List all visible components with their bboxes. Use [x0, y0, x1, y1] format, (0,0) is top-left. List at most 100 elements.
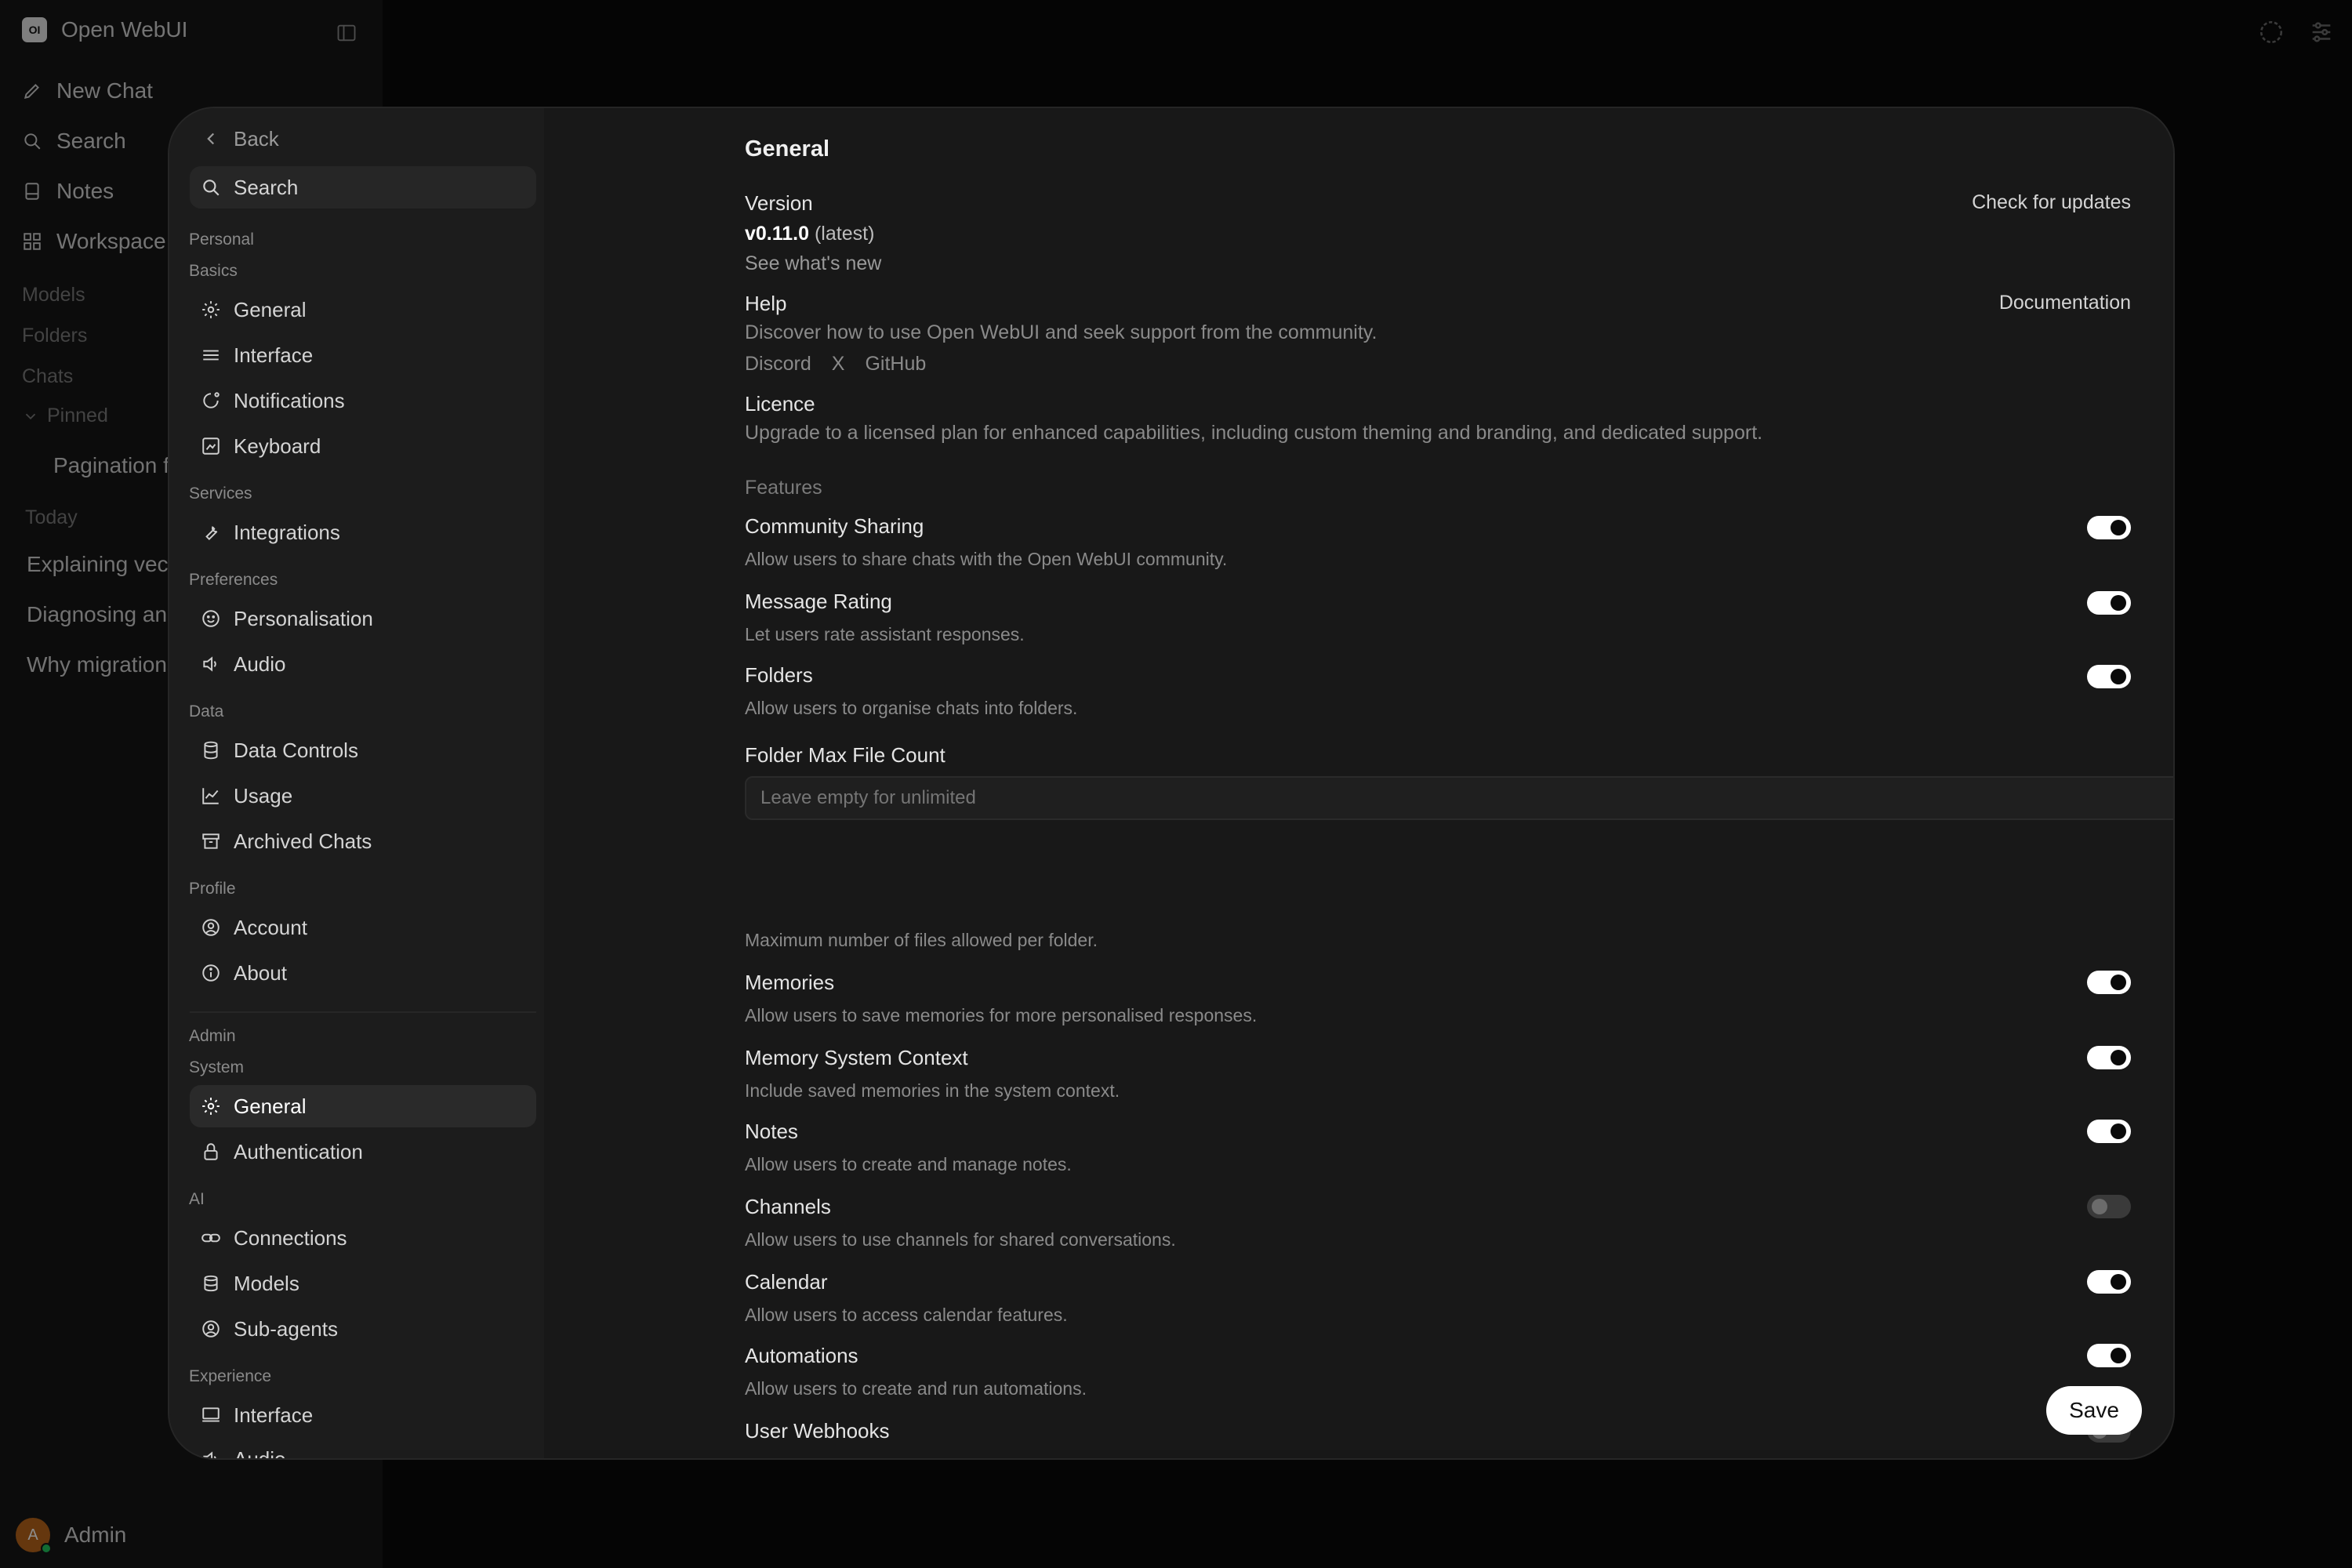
link-icon — [201, 1233, 220, 1243]
nav-label: Interface — [234, 343, 314, 367]
nav-item-experience-interface[interactable]: Interface — [190, 1394, 536, 1436]
user-circle-icon — [202, 1320, 220, 1338]
nav-label: Keyboard — [234, 434, 321, 458]
user-circle-icon — [202, 919, 220, 936]
ai-heading: AI — [189, 1190, 205, 1208]
feature-desc: Allow users to use channels for shared c… — [745, 1229, 1176, 1250]
folder-max-label: Folder Max File Count — [745, 743, 946, 767]
message-rating-toggle[interactable] — [2087, 591, 2131, 615]
settings-search-label: Search — [234, 175, 299, 199]
nav-label: Integrations — [234, 520, 340, 544]
folder-max-input[interactable] — [745, 776, 2173, 820]
feature-title: Community Sharing — [745, 514, 924, 538]
feature-title: Calendar — [745, 1270, 828, 1294]
nav-label: Interface — [234, 1403, 314, 1427]
documentation-link[interactable]: Documentation — [1999, 292, 2131, 314]
nav-label: Notifications — [234, 388, 345, 412]
check-updates-button[interactable]: Check for updates — [1972, 191, 2131, 214]
feature-title: Channels — [745, 1195, 831, 1218]
nav-item-notifications[interactable]: Notifications — [190, 379, 536, 422]
licence-label: Licence — [745, 392, 815, 416]
speaker-icon — [203, 656, 216, 672]
nav-label: Audio — [234, 1446, 286, 1460]
nav-label: Sub-agents — [234, 1316, 338, 1341]
nav-item-keyboard[interactable]: Keyboard — [190, 425, 536, 467]
nav-item-about[interactable]: About — [190, 952, 536, 994]
folder-max-hint: Maximum number of files allowed per fold… — [745, 930, 1098, 950]
basics-heading: Basics — [189, 262, 238, 280]
notes-toggle[interactable] — [2087, 1120, 2131, 1143]
memories-toggle[interactable] — [2087, 971, 2131, 994]
nav-label: Connections — [234, 1225, 347, 1250]
page-title: General — [745, 136, 829, 162]
nav-item-account[interactable]: Account — [190, 906, 536, 949]
community-sharing-toggle[interactable] — [2087, 516, 2131, 539]
licence-desc: Upgrade to a licensed plan for enhanced … — [745, 422, 1763, 444]
nav-divider — [190, 1011, 536, 1013]
data-heading: Data — [189, 702, 224, 720]
nav-item-authentication[interactable]: Authentication — [190, 1131, 536, 1173]
nav-item-admin-general[interactable]: General — [190, 1085, 536, 1127]
feature-desc: Allow users to share chats with the Open… — [745, 549, 1228, 569]
nav-label: Models — [234, 1271, 299, 1295]
github-link[interactable]: GitHub — [865, 353, 926, 376]
system-heading: System — [189, 1058, 245, 1076]
nav-item-general[interactable]: General — [190, 289, 536, 331]
calendar-toggle[interactable] — [2087, 1270, 2131, 1294]
monitor-icon — [202, 1407, 220, 1422]
nav-label: General — [234, 1094, 307, 1118]
feature-title: Memories — [745, 971, 835, 994]
nav-item-connections[interactable]: Connections — [190, 1217, 536, 1259]
help-label: Help — [745, 292, 787, 315]
chart-icon — [202, 788, 219, 804]
gear-icon — [202, 1098, 220, 1115]
channels-toggle[interactable] — [2087, 1195, 2131, 1218]
memory-system-context-toggle[interactable] — [2087, 1046, 2131, 1069]
nav-label: Archived Chats — [234, 829, 372, 853]
feature-title: Memory System Context — [745, 1046, 968, 1069]
wrench-icon — [205, 526, 218, 541]
database-icon — [204, 741, 218, 760]
feature-desc: Allow users to save memories for more pe… — [745, 1005, 1258, 1025]
feature-title: User Webhooks — [745, 1419, 890, 1443]
feature-desc: Allow users to organise chats into folde… — [745, 698, 1078, 718]
save-button[interactable]: Save — [2046, 1386, 2142, 1435]
nav-label: Personalisation — [234, 606, 373, 630]
nav-item-personalisation[interactable]: Personalisation — [190, 597, 536, 640]
admin-heading: Admin — [189, 1027, 236, 1045]
nav-item-data-controls[interactable]: Data Controls — [190, 729, 536, 771]
nav-item-usage[interactable]: Usage — [190, 775, 536, 817]
version-tag: (latest) — [814, 223, 875, 245]
settings-search-input[interactable]: Search — [190, 166, 536, 209]
sliders-icon — [203, 350, 219, 361]
personal-heading: Personal — [189, 230, 254, 249]
nav-item-experience-audio[interactable]: Audio — [190, 1438, 536, 1460]
info-icon — [202, 964, 220, 982]
keyboard-icon — [202, 437, 220, 455]
automations-toggle[interactable] — [2087, 1344, 2131, 1367]
settings-modal: Back Search Personal Basics General Inte… — [168, 107, 2175, 1460]
back-button[interactable]: Back — [190, 118, 536, 160]
x-link[interactable]: X — [832, 353, 845, 376]
feature-desc: Allow users to create and manage notes. — [745, 1154, 1072, 1174]
nav-item-interface[interactable]: Interface — [190, 334, 536, 376]
smile-icon — [202, 610, 220, 627]
settings-nav: Back Search Personal Basics General Inte… — [169, 108, 544, 1458]
nav-label: Account — [234, 915, 307, 939]
nav-label: Data Controls — [234, 738, 358, 762]
version-value-row: v0.11.0 (latest) — [745, 223, 874, 245]
nav-item-integrations[interactable]: Integrations — [190, 511, 536, 554]
experience-heading: Experience — [189, 1367, 272, 1385]
nav-item-audio[interactable]: Audio — [190, 643, 536, 685]
nav-item-sub-agents[interactable]: Sub-agents — [190, 1308, 536, 1350]
whats-new-link[interactable]: See what's new — [745, 252, 881, 275]
help-links: Discord X GitHub — [745, 353, 926, 376]
nav-item-archived-chats[interactable]: Archived Chats — [190, 820, 536, 862]
discord-link[interactable]: Discord — [745, 353, 811, 376]
version-value: v0.11.0 — [745, 223, 810, 245]
folders-toggle[interactable] — [2087, 665, 2131, 688]
nav-label: Authentication — [234, 1139, 363, 1163]
nav-item-models[interactable]: Models — [190, 1262, 536, 1305]
feature-desc: Allow users to access calendar features. — [745, 1305, 1068, 1325]
notification-icon — [203, 392, 220, 408]
